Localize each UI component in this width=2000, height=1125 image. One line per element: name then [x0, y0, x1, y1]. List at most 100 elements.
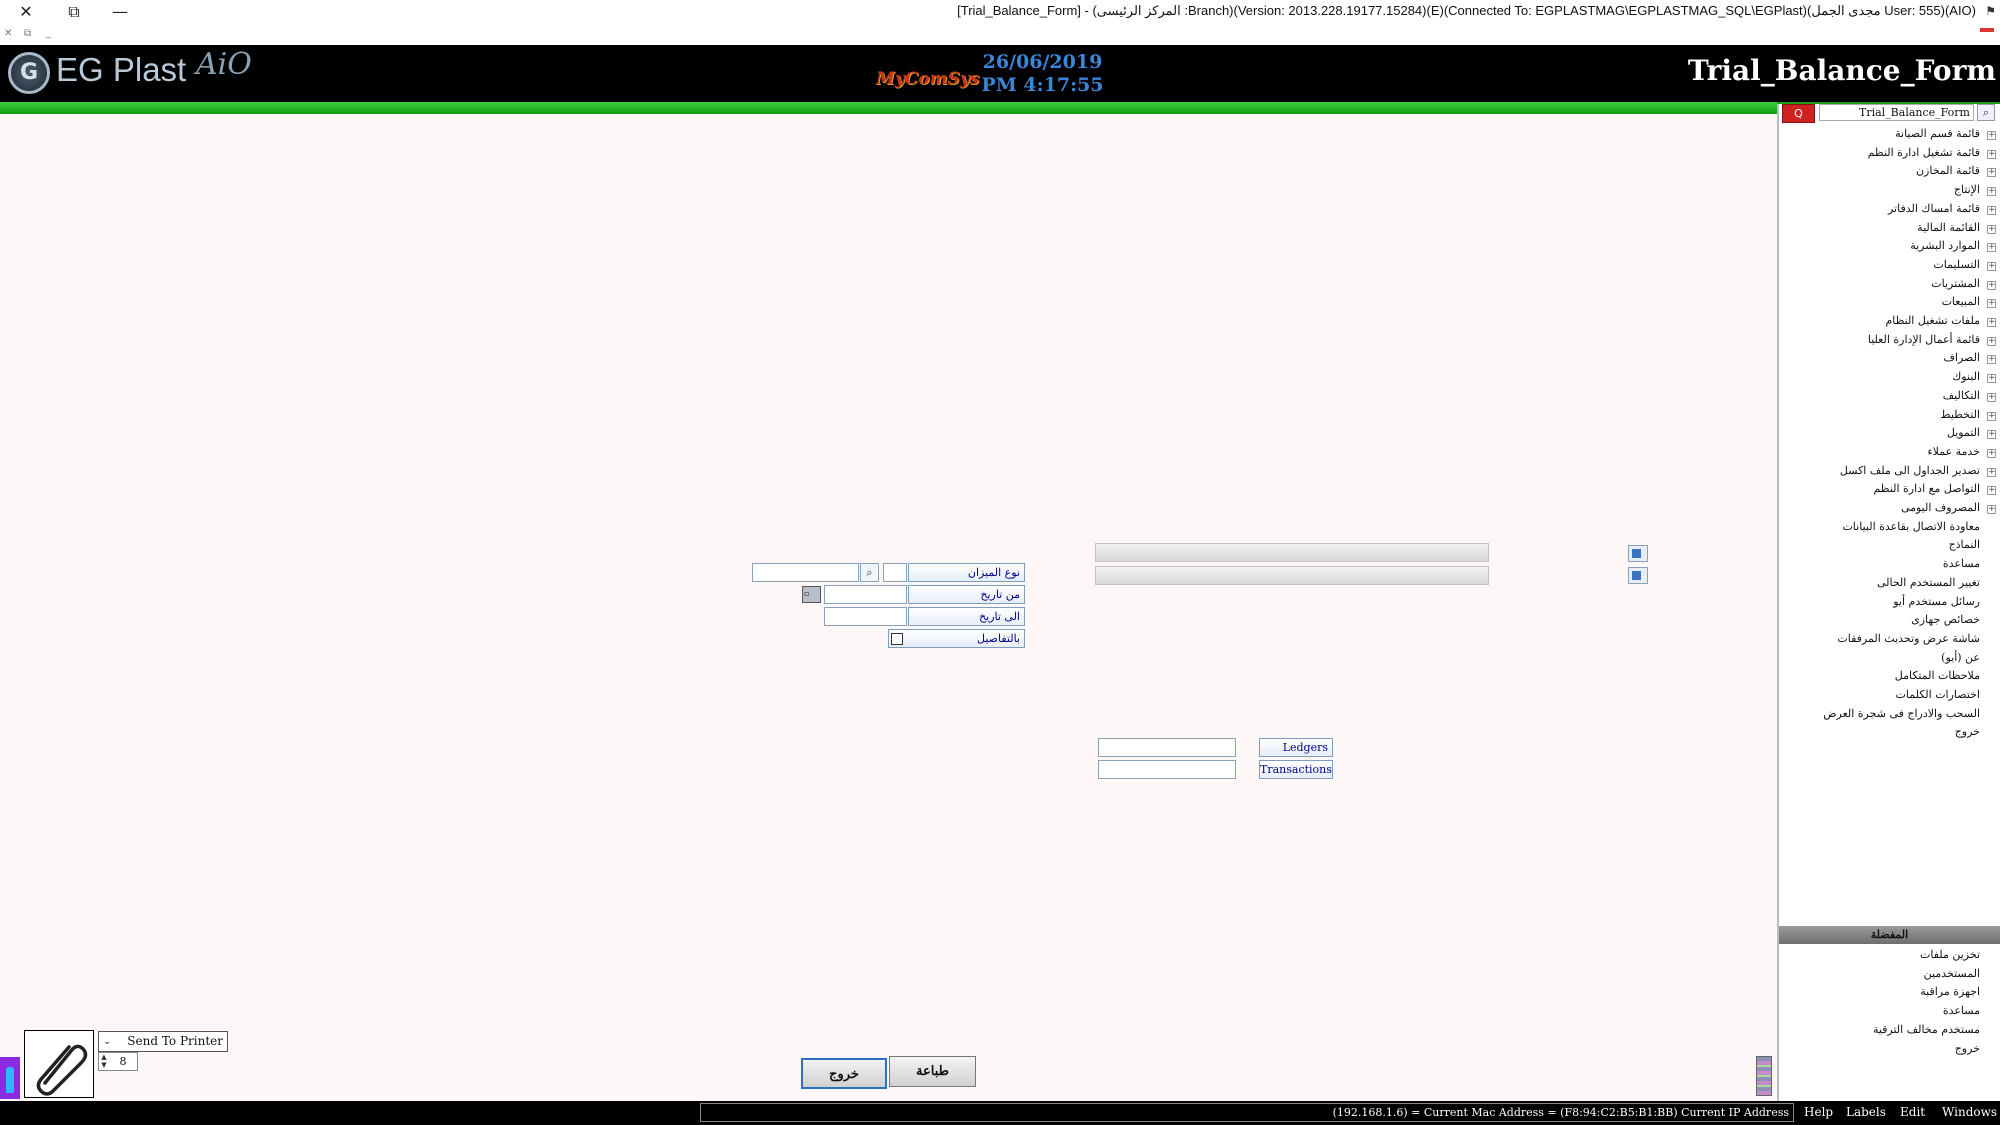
menu-tree-item[interactable]: قائمة المخازن — [1916, 164, 1980, 177]
menu-tree-item[interactable]: عن (أيو) — [1941, 651, 1980, 664]
menu-tree-item[interactable]: القائمة المالية — [1917, 221, 1980, 234]
search-icon[interactable]: ⌕ — [1977, 104, 1995, 121]
balance-type-code-input[interactable] — [883, 563, 907, 582]
menu-tree-item[interactable]: قائمة تشغيل ادارة النظم — [1868, 146, 1980, 159]
attachment-button[interactable] — [24, 1030, 94, 1098]
expand-icon[interactable]: + — [1987, 355, 1996, 365]
menu-edit[interactable]: Edit — [1900, 1105, 1925, 1119]
expand-icon[interactable]: + — [1987, 505, 1996, 514]
menu-tree-item[interactable]: قائمة أعمال الإدارة العليا — [1868, 333, 1980, 346]
menu-tree-item[interactable]: السحب والادراج فى شجرة العرض — [1823, 707, 1980, 720]
menu-tree-item[interactable]: معاودة الاتصال بقاعدة البيانات — [1842, 520, 1980, 533]
favorite-item[interactable]: خروج — [1955, 1042, 1980, 1055]
menu-tree-item[interactable]: قائمة امساك الدفاتر — [1888, 202, 1980, 215]
print-target-select[interactable]: ⌄ Send To Printer — [98, 1031, 228, 1052]
menu-tree-item[interactable]: البنوك — [1952, 370, 1980, 383]
option-icon-1[interactable] — [1628, 545, 1648, 562]
expand-icon[interactable]: + — [1987, 430, 1996, 440]
transactions-label: Transactions — [1259, 760, 1333, 779]
menu-tree-item[interactable]: التخطيط — [1940, 408, 1980, 421]
spin-down-icon[interactable]: ▼ — [99, 1061, 109, 1069]
spin-up-icon[interactable]: ▲ — [99, 1053, 109, 1061]
spin-icon[interactable]: ▲ ▼ — [99, 1053, 109, 1070]
menu-tree-item[interactable]: التكاليف — [1943, 389, 1980, 402]
menu-tree-item[interactable]: الموارد البشرية — [1910, 239, 1980, 252]
expand-icon[interactable]: + — [1987, 392, 1996, 402]
close-icon[interactable]: ✕ — [14, 2, 38, 21]
menu-tree-item[interactable]: المصروف اليومى — [1901, 501, 1980, 514]
mdi-minimize-icon[interactable]: _ — [46, 28, 51, 39]
favorite-item[interactable]: تخزين ملفات — [1920, 948, 1980, 961]
network-info: (192.168.1.6) = Current Mac Address = (F… — [700, 1103, 1794, 1122]
header-form-name: Trial_Balance_Form — [1687, 54, 1996, 87]
search-button[interactable]: Q — [1782, 104, 1815, 123]
expand-icon[interactable]: + — [1987, 448, 1996, 458]
expand-icon[interactable]: + — [1987, 149, 1996, 159]
favorite-item[interactable]: مساعدة — [1943, 1004, 1980, 1017]
menu-tree-item[interactable]: المبيعات — [1942, 295, 1980, 308]
expand-icon[interactable]: + — [1987, 467, 1996, 477]
expand-icon[interactable]: + — [1987, 299, 1996, 309]
menu-tree-item[interactable]: مساعدة — [1943, 557, 1980, 570]
expand-icon[interactable]: + — [1987, 336, 1996, 346]
menu-tree-item[interactable]: خدمة عملاء — [1927, 445, 1980, 458]
details-checkbox[interactable] — [891, 633, 903, 645]
ledgers-count-field — [1098, 738, 1236, 757]
menu-tree-item[interactable]: التواصل مع ادارة النظم — [1873, 482, 1980, 495]
balance-type-name-input[interactable] — [752, 563, 859, 582]
expand-icon[interactable]: + — [1987, 187, 1996, 197]
logo-sub: AiO — [196, 47, 252, 82]
expand-icon[interactable]: + — [1987, 205, 1996, 215]
restore-icon[interactable]: ⧉ — [62, 2, 86, 22]
menu-tree-item[interactable]: ملفات تشغيل النظام — [1885, 314, 1980, 327]
expand-icon[interactable]: + — [1987, 261, 1996, 271]
calendar-icon[interactable]: ▫ — [802, 586, 821, 603]
menu-windows[interactable]: Windows — [1942, 1105, 1997, 1119]
menu-tree-item[interactable]: خصائص جهازى — [1911, 613, 1980, 626]
menu-search-input[interactable]: Trial_Balance_Form — [1819, 104, 1974, 121]
menu-tree-item[interactable]: المشتريات — [1931, 277, 1980, 290]
menu-tree-item[interactable]: الإنتاج — [1954, 183, 1980, 196]
favorites-header: المفضلة — [1779, 926, 2000, 944]
resize-grip[interactable] — [1756, 1056, 1772, 1096]
secondary-brand-logo: MyComSys — [876, 69, 980, 89]
expand-icon[interactable]: + — [1987, 486, 1996, 496]
expand-icon[interactable]: + — [1987, 168, 1996, 178]
minimize-icon[interactable]: — — [108, 2, 132, 21]
menu-tree-item[interactable]: التسليمات — [1933, 258, 1980, 271]
option-icon-2[interactable] — [1628, 567, 1648, 584]
expand-icon[interactable]: + — [1987, 374, 1996, 384]
menu-help[interactable]: Help — [1804, 1105, 1833, 1119]
menu-tree-item[interactable]: شاشة عرض وتحديث المرفقات — [1837, 632, 1980, 645]
menu-tree-item[interactable]: الصراف — [1944, 351, 1980, 364]
menu-tree-item[interactable]: تصدير الجداول الى ملف اكسل — [1840, 464, 1980, 477]
expand-icon[interactable]: + — [1987, 243, 1996, 253]
menu-tree-item[interactable]: ملاحظات المتكامل — [1895, 669, 1980, 682]
menu-labels[interactable]: Labels — [1846, 1105, 1886, 1119]
menu-tree-item[interactable]: خروج — [1955, 725, 1980, 738]
expand-icon[interactable]: + — [1987, 411, 1996, 421]
expand-icon[interactable]: + — [1987, 318, 1996, 327]
menu-tree-item[interactable]: التمويل — [1947, 426, 1980, 439]
balance-type-lookup-button[interactable]: ⌕ — [860, 563, 879, 582]
info-icon — [6, 1067, 14, 1093]
mdi-close-icon[interactable]: ✕ — [4, 28, 12, 39]
info-bar-1 — [1095, 543, 1489, 562]
mdi-restore-icon[interactable]: ⧉ — [24, 28, 31, 39]
favorite-item[interactable]: المستخدمين — [1924, 967, 1980, 980]
menu-tree-item[interactable]: النماذج — [1949, 538, 1980, 551]
expand-icon[interactable]: + — [1987, 280, 1996, 290]
menu-tree-item[interactable]: رسائل مستخدم أيو — [1893, 595, 1980, 608]
print-button[interactable]: طباعة — [889, 1056, 976, 1087]
to-date-input[interactable] — [824, 607, 907, 626]
expand-icon[interactable]: + — [1987, 131, 1996, 140]
favorite-item[interactable]: اجهزة مراقبة — [1920, 985, 1980, 998]
exit-button[interactable]: خروج — [801, 1058, 887, 1089]
menu-tree-item[interactable]: اختصارات الكلمات — [1896, 688, 1980, 701]
from-date-input[interactable] — [824, 585, 907, 604]
expand-icon[interactable]: + — [1987, 224, 1996, 234]
transactions-count-field — [1098, 760, 1236, 779]
menu-tree-item[interactable]: تغيير المستخدم الحالى — [1877, 576, 1980, 589]
favorite-item[interactable]: مستخدم مخالف الترقية — [1873, 1023, 1980, 1036]
menu-tree-item[interactable]: قائمة قسم الصيانة — [1895, 127, 1980, 140]
